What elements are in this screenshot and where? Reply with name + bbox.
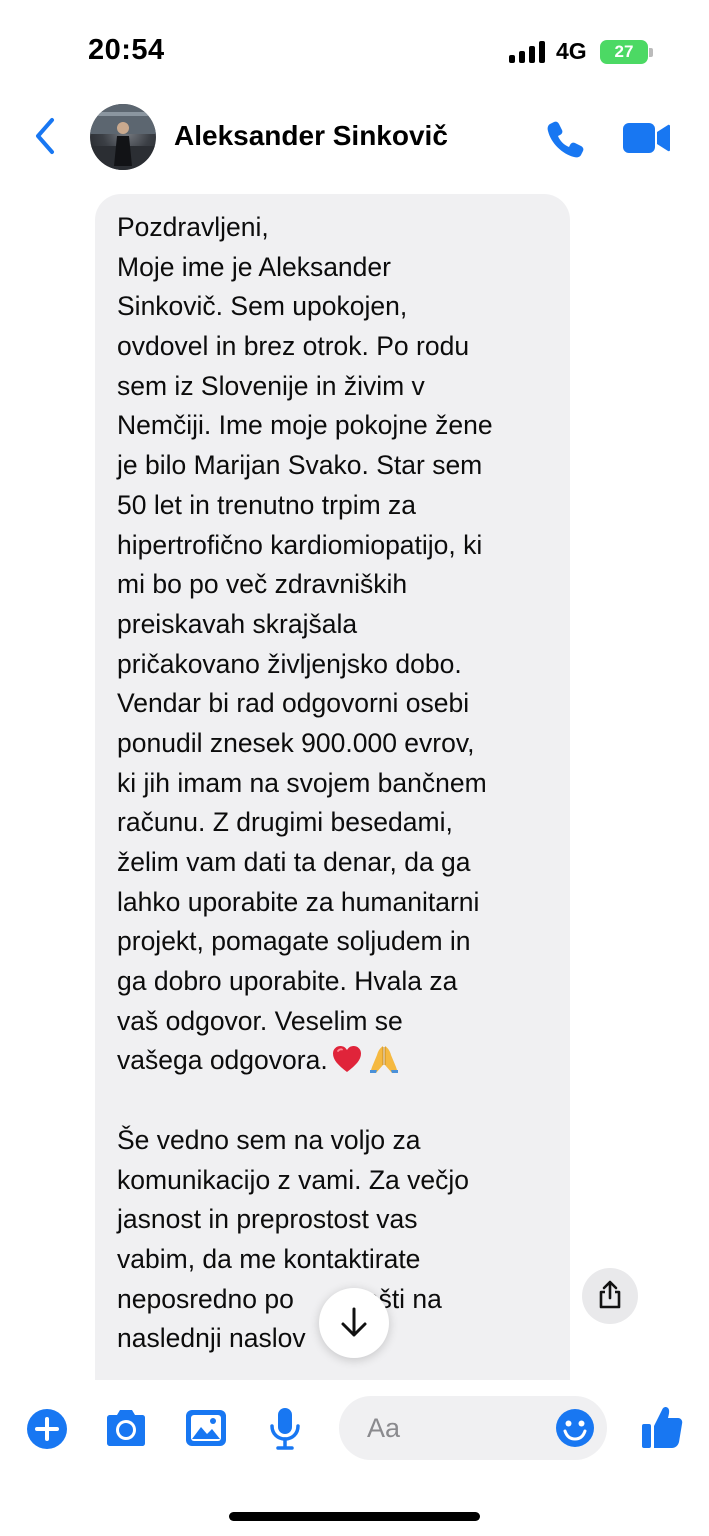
thumbs-up-icon[interactable]: [640, 1404, 684, 1450]
battery-nub: [649, 48, 653, 57]
message-line: komunikacijo z vami. Za večjo: [117, 1164, 469, 1195]
phone-icon[interactable]: [545, 118, 587, 160]
contact-name[interactable]: Aleksander Sinkovič: [174, 120, 448, 152]
message-line: jasnost in preprostost vas: [117, 1204, 418, 1235]
status-bar: 20:54 4G 27: [0, 0, 709, 100]
arrow-down-icon: [341, 1307, 367, 1337]
folded-hands-emoji: [369, 1046, 398, 1074]
message-line: vašega odgovora.: [117, 1045, 328, 1076]
message-line: ga dobro uporabite. Hvala za: [117, 966, 458, 997]
message-line: računu. Z drugimi besedami,: [117, 807, 453, 838]
message-line: projekt, pomagate soljudem in: [117, 926, 471, 957]
message-line: želim vam dati ta denar, da ga: [117, 847, 471, 877]
microphone-icon[interactable]: [268, 1406, 302, 1452]
message-line: Pozdravljeni,: [117, 212, 269, 242]
message-line: mi bo po več zdravniških: [117, 569, 408, 600]
plus-icon[interactable]: [26, 1408, 68, 1450]
status-time: 20:54: [88, 34, 165, 66]
message-line: Še vedno sem na voljo za: [117, 1124, 421, 1155]
message-line: lahko uporabite za humanitarni: [117, 886, 480, 917]
message-line-left: neposredno po: [117, 1283, 294, 1314]
message-input[interactable]: [367, 1410, 547, 1446]
share-button[interactable]: [582, 1268, 638, 1324]
message-line: vaš odgovor. Veselim se: [117, 1005, 403, 1036]
scroll-to-bottom-button[interactable]: [319, 1288, 389, 1358]
emoji-icon[interactable]: [555, 1408, 595, 1448]
message-line: preiskavah skrajšala: [117, 608, 358, 639]
message-line: Moje ime je Aleksander: [117, 251, 391, 282]
message-input-field[interactable]: [339, 1396, 607, 1460]
message-text: Pozdravljeni, Moje ime je Aleksander Sin…: [117, 208, 557, 1359]
battery-level: 27: [614, 42, 634, 61]
network-type: 4G: [556, 38, 587, 64]
message-line: Vendar bi rad odgovorni osebi: [117, 688, 470, 719]
heart-emoji: [332, 1046, 361, 1073]
message-line: ponudil znesek 900.000 evrov,: [117, 727, 475, 758]
message-line-with-emoji: vašega odgovora.: [117, 1041, 557, 1081]
message-line: Sinkovič. Sem upokojen,: [117, 291, 408, 322]
message-line: vabim, da me kontaktirate: [117, 1243, 421, 1274]
conversation-header: Aleksander Sinkovič: [0, 100, 709, 176]
video-camera-icon[interactable]: [621, 120, 671, 156]
home-indicator: [229, 1512, 480, 1521]
camera-icon[interactable]: [103, 1408, 149, 1448]
message-line: ovdovel in brez otrok. Po rodu: [117, 331, 470, 362]
message-line: Nemčiji. Ime moje pokojne žene: [117, 410, 493, 441]
avatar[interactable]: [90, 104, 156, 170]
message-line: je bilo Marijan Svako. Star sem: [117, 450, 483, 481]
message-line: 50 let in trenutno trpim za: [117, 489, 417, 520]
gallery-icon[interactable]: [184, 1408, 228, 1448]
message-line: pričakovano življenjsko dobo.: [117, 648, 462, 679]
message-line: hipertrofično kardiomiopatijo, ki: [117, 529, 483, 560]
composer-bar: [0, 1380, 709, 1536]
signal-strength-icon: [509, 41, 545, 63]
chevron-left-icon[interactable]: [30, 116, 60, 156]
message-line: sem iz Slovenije in živim v: [117, 370, 425, 401]
share-icon: [599, 1280, 621, 1309]
message-line: ki jih imam na svojem bančnem: [117, 767, 487, 798]
